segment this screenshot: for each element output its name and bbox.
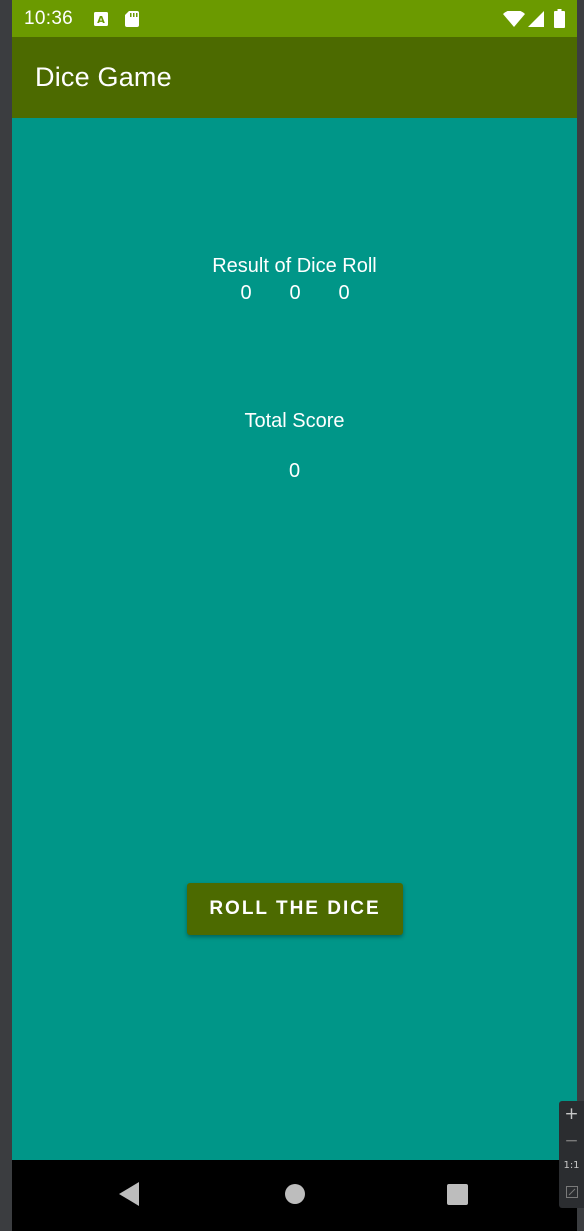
a-keyboard-icon: A	[94, 12, 108, 31]
roll-the-dice-button[interactable]: ROLL THE DICE	[187, 883, 403, 935]
battery-icon	[554, 9, 565, 33]
back-icon[interactable]	[119, 1182, 141, 1211]
device-screen: 10:36 A Dice Game Result of Dice Roll 0 …	[12, 0, 577, 1231]
recents-icon[interactable]	[447, 1184, 468, 1210]
result-label: Result of Dice Roll	[212, 255, 377, 277]
navigation-bar	[12, 1160, 577, 1231]
die-3-value: 0	[338, 282, 350, 304]
signal-icon	[528, 11, 544, 32]
wifi-icon	[503, 9, 525, 32]
sd-card-icon	[125, 11, 139, 32]
die-1-value: 0	[240, 282, 252, 304]
zoom-reset-button[interactable]: 1:1	[559, 1160, 584, 1171]
zoom-in-button[interactable]: +	[559, 1104, 584, 1124]
zoom-out-button[interactable]: −	[559, 1131, 584, 1151]
die-2-value: 0	[289, 282, 301, 304]
main-content: Result of Dice Roll 0 0 0 Total Score 0 …	[12, 118, 577, 1160]
status-bar: 10:36 A	[12, 0, 577, 37]
app-bar: Dice Game	[12, 37, 577, 118]
svg-text:A: A	[97, 15, 105, 26]
status-time: 10:36	[24, 8, 74, 29]
app-title: Dice Game	[35, 62, 172, 92]
zoom-controls: + − 1:1	[559, 1101, 584, 1208]
home-icon[interactable]	[285, 1184, 305, 1209]
total-score-label: Total Score	[244, 410, 345, 432]
fit-screen-icon[interactable]	[559, 1186, 584, 1202]
total-score-value: 0	[288, 460, 301, 482]
